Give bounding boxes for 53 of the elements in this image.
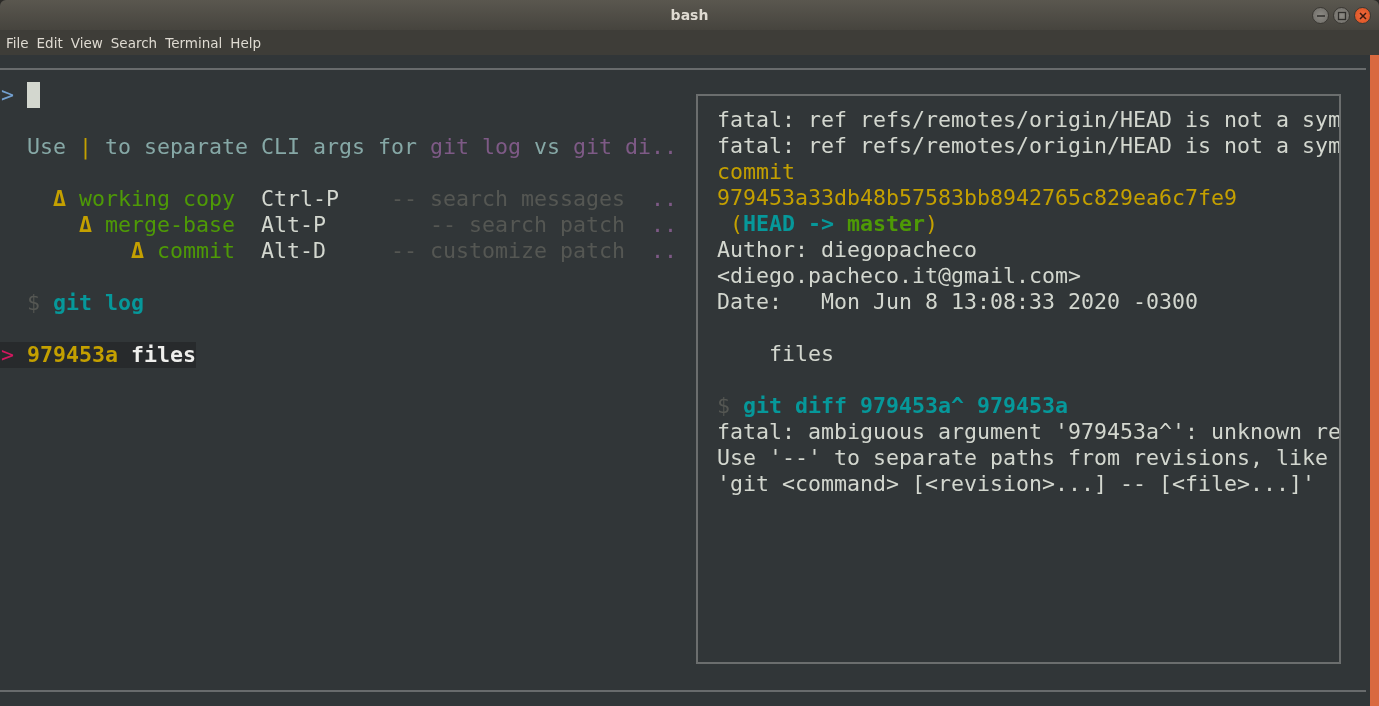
more-indicator: .. — [651, 238, 677, 263]
more-indicator: .. — [651, 186, 677, 211]
commit-message: files — [131, 342, 197, 368]
head-ref: git diff 979453a^ 979453a — [742, 393, 1069, 419]
parenthesis: ) — [925, 211, 939, 237]
pipe-symbol: | — [79, 134, 93, 160]
command-text: git log — [53, 290, 145, 316]
maximize-icon — [1336, 10, 1347, 21]
shortcut-key: Alt-P — [261, 212, 326, 237]
output-text: files — [768, 341, 834, 367]
output-text: Author: diegopacheco — [717, 237, 977, 263]
menu-item[interactable]: File — [2, 34, 33, 51]
more-indicator: .. — [651, 212, 677, 237]
prompt-symbol: > — [1, 82, 14, 108]
commit-hash: 979453a — [27, 342, 119, 368]
command-name: git log — [430, 134, 522, 160]
branch-name: master — [847, 211, 926, 237]
diff-target-label: merge-base — [105, 212, 235, 238]
maximize-button[interactable] — [1333, 7, 1350, 24]
parenthesis: ( — [729, 211, 743, 237]
shortcut-key: Alt-D — [261, 238, 326, 263]
commit-hash: commit — [717, 159, 795, 185]
help-text: Use — [27, 134, 67, 160]
menu-item[interactable]: Terminal — [161, 34, 227, 51]
menu-item[interactable]: Help — [226, 34, 266, 51]
minimize-button[interactable] — [1312, 7, 1329, 24]
output-text: fatal: ambiguous argument '979453a^': unknown re — [717, 419, 1339, 445]
text-cursor — [27, 82, 40, 108]
shortcut-key: Ctrl-P — [261, 186, 339, 211]
close-icon — [1357, 10, 1368, 21]
menu-item[interactable]: View — [66, 34, 107, 51]
output-text: Date: Mon Jun 8 13:08:33 2020 -0300 — [717, 289, 1199, 315]
diff-target-label: commit — [157, 238, 235, 264]
selection-marker: > — [1, 342, 14, 368]
command-name: git di.. — [573, 134, 678, 160]
menu-item[interactable]: Edit — [32, 34, 67, 51]
output-text: Use '--' to separate paths from revisions, like — [717, 445, 1329, 471]
output-text: <diego.pacheco.it@gmail.com> — [717, 263, 1081, 289]
delta-marker: Δ — [78, 212, 92, 238]
commit-row[interactable]: > 979453a files — [0, 342, 197, 368]
delta-marker: Δ — [130, 238, 144, 264]
commit-hash: 979453a33db48b57583bb8942765c829ea6c7fe9 — [717, 185, 1238, 211]
output-text: 'git <command> [<revision>...] -- [<file>...]' — [717, 471, 1316, 497]
head-ref: HEAD -> — [743, 211, 836, 237]
close-button[interactable] — [1354, 7, 1371, 24]
delta-marker: Δ — [52, 186, 66, 212]
dollar-prompt: $ — [717, 393, 730, 419]
dollar-prompt: $ — [27, 290, 40, 316]
menu-item[interactable]: Search — [106, 34, 162, 51]
help-text: to separate CLI args for — [104, 134, 419, 160]
diff-target-label: working copy — [79, 186, 235, 212]
help-text: vs — [533, 134, 562, 160]
window-title: bash — [670, 7, 709, 23]
